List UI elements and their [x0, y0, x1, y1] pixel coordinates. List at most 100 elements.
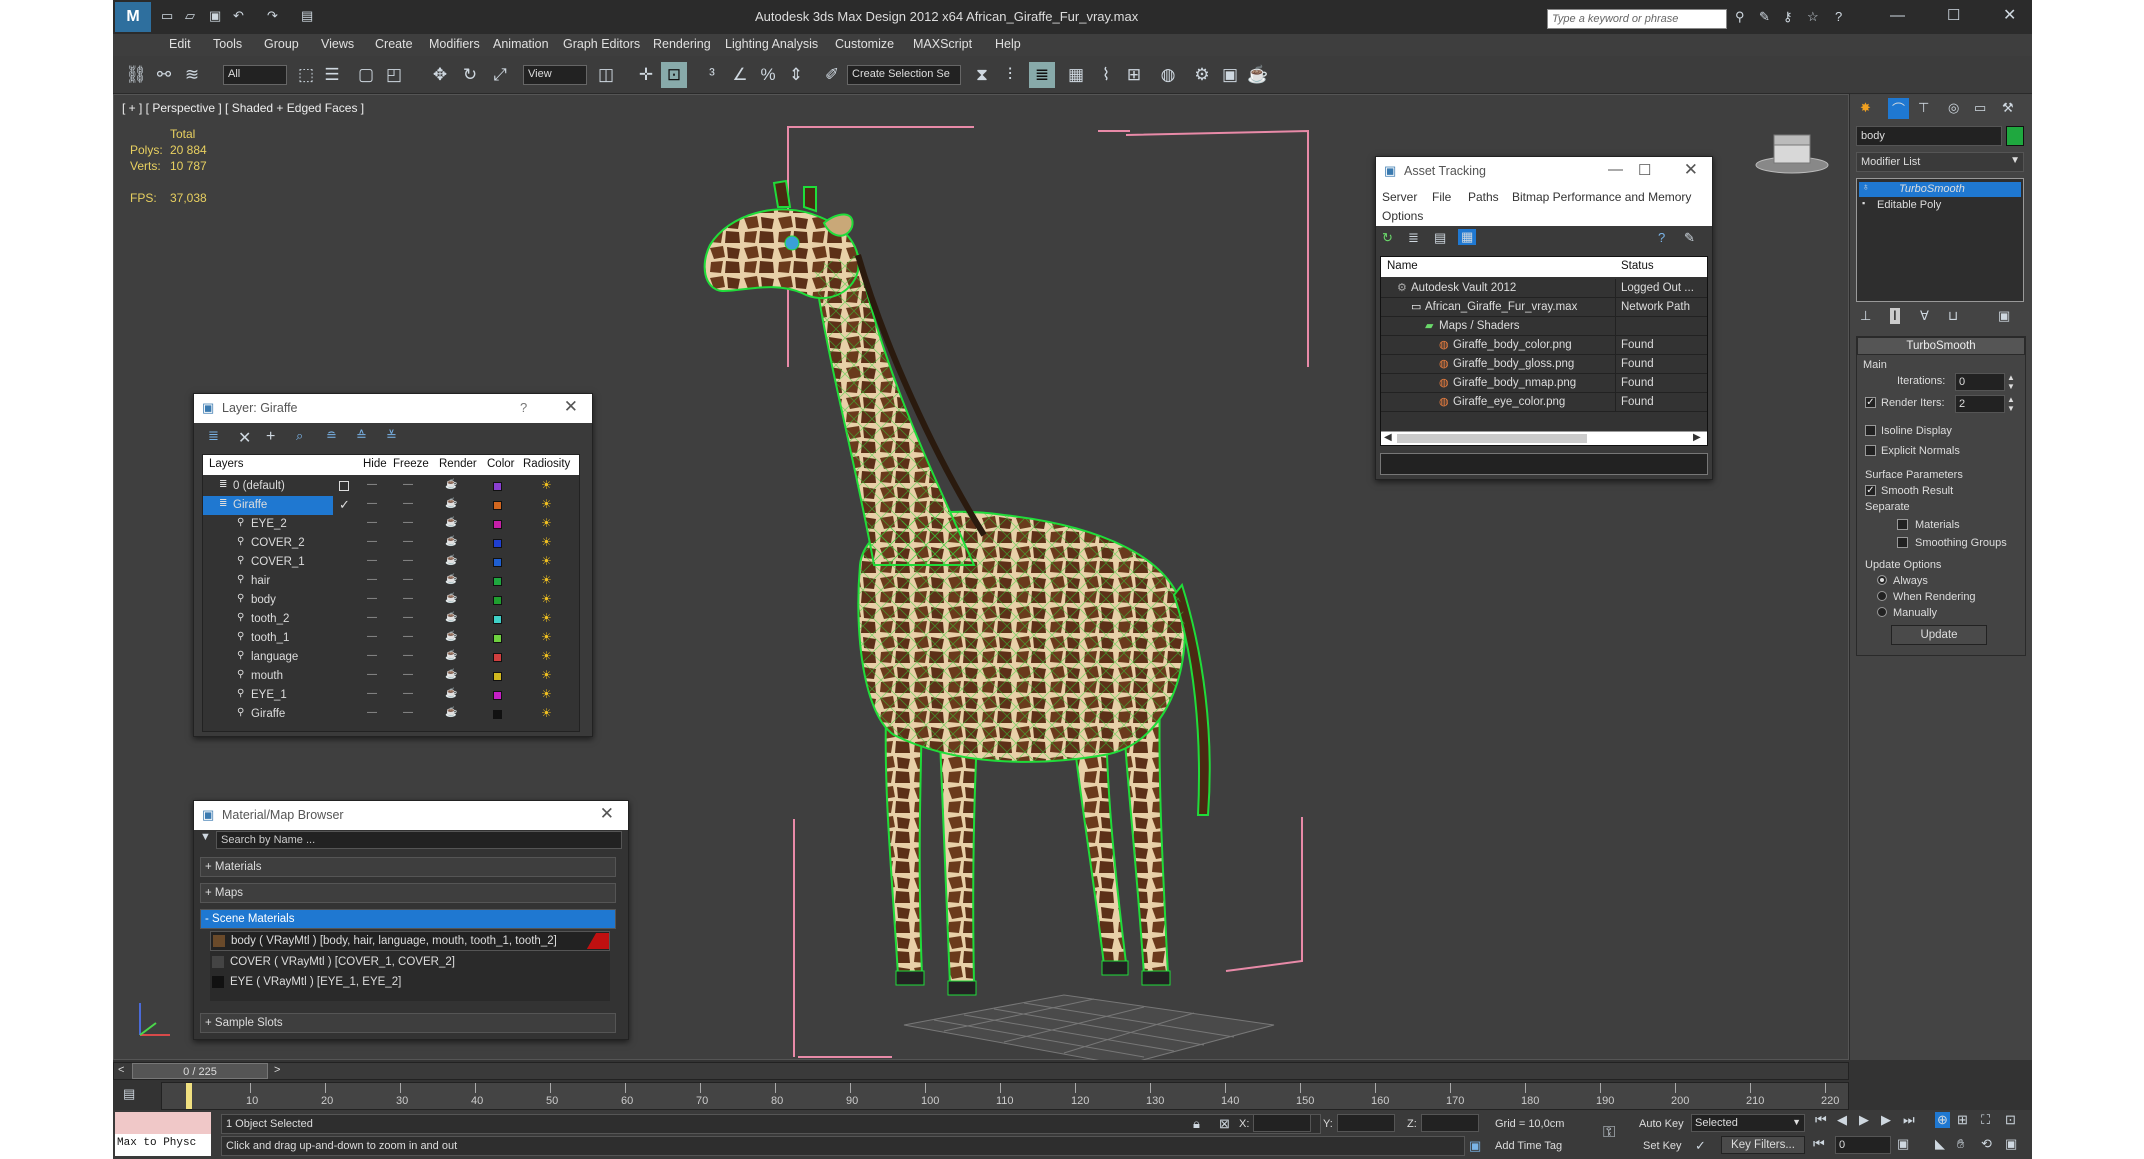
hide-toggle-icon[interactable]: — [367, 536, 377, 547]
key-icon[interactable]: ⚷ [1783, 9, 1793, 25]
hide-toggle-icon[interactable]: — [367, 612, 377, 623]
play-icon[interactable]: ▶ [1859, 1112, 1869, 1128]
asset-maximize-icon[interactable]: ☐ [1638, 161, 1651, 179]
radiosity-icon[interactable]: ☀ [541, 554, 552, 568]
render-production-icon[interactable]: ☕ [1245, 62, 1271, 88]
radiosity-icon[interactable]: ☀ [541, 573, 552, 587]
radiosity-icon[interactable]: ☀ [541, 497, 552, 511]
col-color[interactable]: Color [487, 458, 514, 470]
layer-row[interactable]: ⚲ COVER_2 — — ☕ ☀ [203, 534, 579, 553]
zoom-extents-icon[interactable]: ⛶ [1981, 1112, 1990, 1128]
menu-modifiers[interactable]: Modifiers [429, 37, 480, 51]
render-toggle-icon[interactable]: ☕ [445, 574, 457, 585]
percent-snap-icon[interactable]: % [755, 62, 781, 88]
layer-color-swatch[interactable] [493, 520, 502, 529]
hide-toggle-icon[interactable]: — [367, 517, 377, 528]
maximize-icon[interactable]: ☐ [1947, 6, 1960, 24]
group-materials[interactable]: + Materials [200, 857, 616, 877]
pin-stack-icon[interactable]: ⊥ [1860, 308, 1871, 324]
isoline-checkbox[interactable] [1865, 425, 1876, 436]
time-tag-icon[interactable]: ▣ [1469, 1138, 1481, 1154]
asset-row[interactable]: ◍ Giraffe_body_color.png Found [1381, 336, 1707, 355]
configure-modifier-sets-icon[interactable]: ▣ [1998, 308, 2010, 324]
asset-settings-icon[interactable]: ✎ [1684, 230, 1695, 246]
list-view-icon[interactable]: ≣ [1408, 230, 1419, 246]
separate-materials-checkbox[interactable] [1897, 519, 1908, 530]
favorites-icon[interactable]: ☆ [1807, 9, 1819, 25]
scene-material-body[interactable]: body ( VRayMtl ) [body, hair, language, … [210, 931, 610, 951]
communication-center-icon[interactable]: ✎ [1759, 9, 1770, 25]
freeze-toggle-icon[interactable]: — [403, 612, 413, 623]
asset-menu-bitmap[interactable]: Bitmap Performance and Memory [1512, 190, 1691, 204]
update-always-radio[interactable] [1877, 575, 1887, 585]
asset-minimize-icon[interactable]: — [1608, 161, 1623, 178]
freeze-toggle-icon[interactable]: — [403, 536, 413, 547]
time-slider-right-icon[interactable]: > [274, 1064, 280, 1076]
object-name-field[interactable]: body [1856, 126, 2002, 146]
expand-icon[interactable]: ▪ [1862, 198, 1865, 208]
search-input[interactable]: Type a keyword or phrase [1547, 9, 1727, 29]
asset-row[interactable]: ◍ Giraffe_eye_color.png Found [1381, 393, 1707, 412]
layer-row[interactable]: ⚲ body — — ☕ ☀ [203, 591, 579, 610]
modifier-list-dropdown[interactable]: Modifier List ▼ [1856, 152, 2024, 172]
hierarchy-tab-icon[interactable]: ⊤ [1918, 100, 1929, 116]
update-when-rendering-radio[interactable] [1877, 591, 1887, 601]
freeze-toggle-icon[interactable]: — [403, 688, 413, 699]
table-view-icon[interactable]: ▤ [1434, 230, 1446, 246]
set-key-icon[interactable]: ✓ [1695, 1138, 1706, 1154]
asset-help-icon[interactable]: ? [1658, 230, 1665, 245]
asset-path-field[interactable] [1380, 453, 1708, 475]
turbosmooth-rollout-header[interactable]: TurboSmooth [1857, 337, 2025, 355]
menu-edit[interactable]: Edit [169, 37, 191, 51]
spinner-arrows-icon[interactable]: ▲ ▼ [2007, 373, 2015, 391]
make-unique-icon[interactable]: ∀ [1920, 308, 1929, 324]
render-setup-icon[interactable]: ⚙ [1189, 62, 1215, 88]
update-manually-radio[interactable] [1877, 607, 1887, 617]
key-mode-toggle-icon[interactable]: ⏮︎ [1813, 1136, 1825, 1152]
curve-editor-icon[interactable]: ⌇ [1093, 62, 1119, 88]
time-slider[interactable]: < 0 / 225 > [113, 1062, 1849, 1080]
zoom-icon[interactable]: ⊕ [1935, 1112, 1950, 1128]
bind-space-warp-icon[interactable]: ≋ [179, 62, 205, 88]
add-time-tag[interactable]: Add Time Tag [1495, 1140, 1562, 1152]
freeze-toggle-icon[interactable]: — [403, 498, 413, 509]
layer-row[interactable]: ⚲ hair — — ☕ ☀ [203, 572, 579, 591]
previous-frame-icon[interactable]: ◀ [1837, 1112, 1847, 1128]
render-toggle-icon[interactable]: ☕ [445, 498, 457, 509]
freeze-all-layers-icon[interactable]: ≚ [386, 428, 397, 444]
group-scene-materials[interactable]: - Scene Materials [200, 909, 616, 929]
freeze-toggle-icon[interactable]: — [403, 707, 413, 718]
asset-col-name[interactable]: Name [1387, 260, 1418, 272]
new-file-icon[interactable]: ▭ [161, 8, 173, 24]
layer-color-swatch[interactable] [493, 558, 502, 567]
render-toggle-icon[interactable]: ☕ [445, 650, 457, 661]
layer-color-swatch[interactable] [493, 672, 502, 681]
angle-snap-icon[interactable]: ∠ [727, 62, 753, 88]
col-layers[interactable]: Layers [209, 458, 244, 470]
layer-color-swatch[interactable] [493, 634, 502, 643]
hide-toggle-icon[interactable]: — [367, 650, 377, 661]
explicit-normals-checkbox[interactable] [1865, 445, 1876, 456]
hide-toggle-icon[interactable]: — [367, 707, 377, 718]
render-toggle-icon[interactable]: ☕ [445, 479, 457, 490]
render-toggle-icon[interactable]: ☕ [445, 688, 457, 699]
show-end-result-icon[interactable]: Ⅰ [1890, 308, 1900, 324]
asset-row[interactable]: ▭ African_Giraffe_Fur_vray.max Network Pat… [1381, 298, 1707, 317]
stack-item-editable-poly[interactable]: ▪ Editable Poly [1859, 198, 2021, 213]
y-coordinate-field[interactable] [1337, 1114, 1395, 1132]
smooth-result-checkbox[interactable]: ✓ [1865, 485, 1876, 496]
zoom-extents-all-icon[interactable]: ⊡ [2005, 1112, 2016, 1128]
col-freeze[interactable]: Freeze [393, 458, 429, 470]
close-icon[interactable]: ✕ [2003, 5, 2016, 25]
render-toggle-icon[interactable]: ☕ [445, 555, 457, 566]
layer-color-swatch[interactable] [493, 710, 502, 719]
render-iters-checkbox[interactable]: ✓ [1865, 397, 1876, 408]
material-search-input[interactable]: Search by Name ... [216, 831, 622, 849]
layer-row[interactable]: ⚲ COVER_1 — — ☕ ☀ [203, 553, 579, 572]
menu-help[interactable]: Help [995, 37, 1021, 51]
giraffe-model[interactable] [674, 95, 1374, 1061]
viewport-label[interactable]: [ + ] [ Perspective ] [ Shaded + Edged F… [122, 101, 364, 115]
group-sample-slots[interactable]: + Sample Slots [200, 1013, 616, 1033]
browser-options-icon[interactable]: ▼ [200, 831, 211, 843]
render-toggle-icon[interactable]: ☕ [445, 517, 457, 528]
